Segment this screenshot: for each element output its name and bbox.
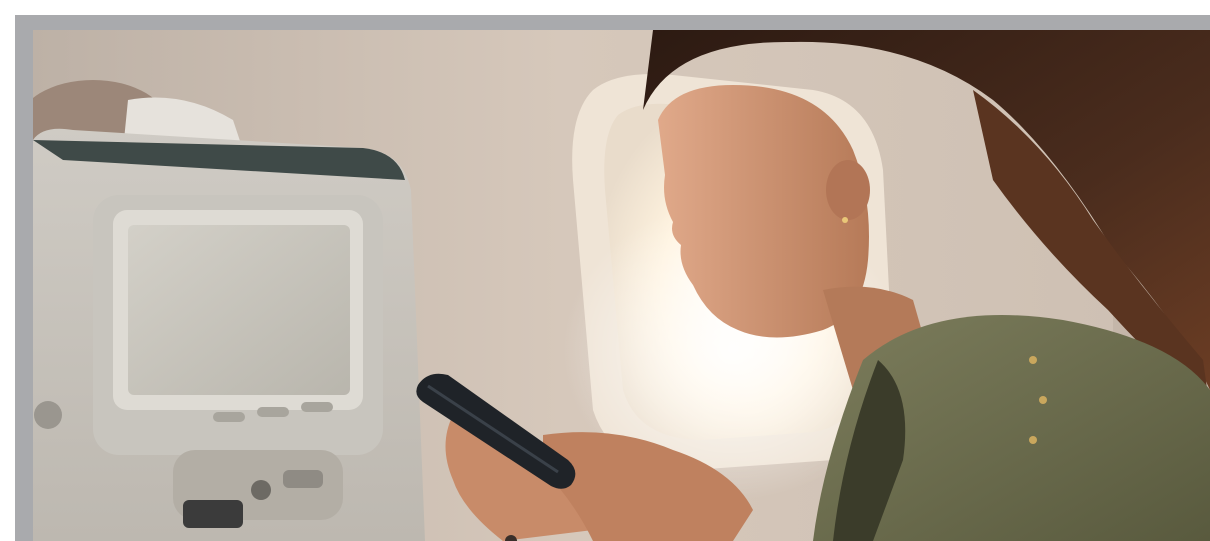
screen-button <box>301 402 333 412</box>
seat-control-panel <box>173 450 343 528</box>
photo-illustration <box>33 30 1210 541</box>
earring <box>842 217 848 223</box>
ear <box>826 160 870 220</box>
seat-knob <box>34 401 62 429</box>
photo-frame <box>15 15 1210 541</box>
screen-button <box>257 407 289 417</box>
photo <box>33 30 1210 541</box>
entertainment-screen <box>113 210 363 422</box>
screen-button <box>213 412 245 422</box>
